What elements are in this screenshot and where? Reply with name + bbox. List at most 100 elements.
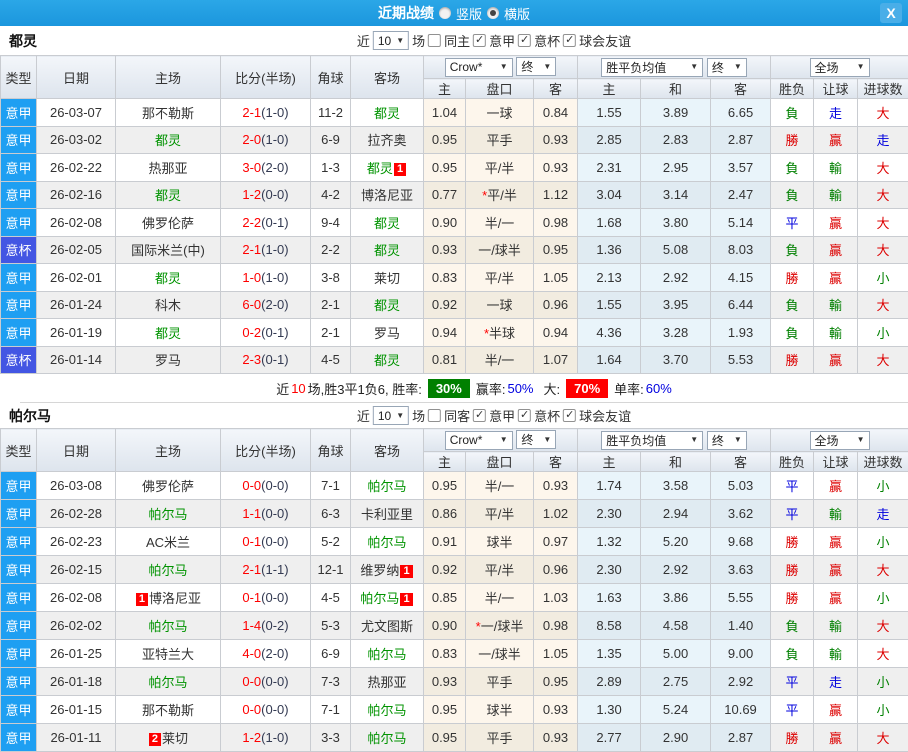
home-odds: 0.95: [424, 696, 466, 724]
bookmaker-select[interactable]: Crow*▼: [445, 431, 513, 450]
match-row: 意甲26-02-01都灵1-0(1-0)3-8莱切0.83平/半1.052.13…: [1, 264, 908, 292]
match-score: 0-0(0-0): [221, 668, 311, 696]
match-score: 1-4(0-2): [221, 612, 311, 640]
away-team: 卡利亚里: [351, 500, 424, 528]
match-score: 1-2(0-0): [221, 181, 311, 209]
cup-checkbox[interactable]: ✓: [518, 409, 531, 422]
cup-checkbox[interactable]: ✓: [518, 34, 531, 47]
avg-final-select[interactable]: 终▼: [707, 431, 747, 450]
handicap-line: 一球: [466, 291, 534, 319]
same-away-checkbox[interactable]: [428, 409, 441, 422]
avg-draw: 3.89: [641, 99, 711, 127]
away-odds: 0.93: [534, 724, 578, 752]
league-type-badge: 意甲: [1, 154, 37, 182]
col-avg-draw: 和: [641, 452, 711, 472]
goals-result-indicator: 大: [858, 556, 908, 584]
avg-home: 1.55: [578, 291, 641, 319]
league-checkbox[interactable]: ✓: [473, 34, 486, 47]
home-team: 亚特兰大: [116, 640, 221, 668]
result-indicator: 負: [771, 640, 814, 668]
avg-select[interactable]: 胜平负均值▼: [601, 431, 703, 450]
single-rate-label: 单率:: [614, 379, 644, 398]
avg-draw: 2.83: [641, 126, 711, 154]
handicap-result-indicator: 輸: [814, 500, 858, 528]
league-type-badge: 意甲: [1, 291, 37, 319]
result-indicator: 勝: [771, 264, 814, 292]
match-date: 26-03-08: [37, 472, 116, 500]
home-odds: 0.95: [424, 126, 466, 154]
handicap-line: 一/球半: [466, 236, 534, 264]
final-odds-select[interactable]: 终▼: [516, 430, 556, 449]
match-score: 1-1(0-0): [221, 500, 311, 528]
handicap-line: 平/半: [466, 264, 534, 292]
match-date: 26-03-07: [37, 99, 116, 127]
league-checkbox[interactable]: ✓: [473, 409, 486, 422]
friendly-checkbox[interactable]: ✓: [563, 34, 576, 47]
goals-result-indicator: 大: [858, 154, 908, 182]
handicap-result-indicator: 贏: [814, 346, 858, 374]
match-count-select[interactable]: 10▼: [373, 31, 409, 50]
result-indicator: 勝: [771, 346, 814, 374]
home-team: 那不勒斯: [116, 696, 221, 724]
home-team: 都灵: [116, 319, 221, 347]
avg-select[interactable]: 胜平负均值▼: [601, 58, 703, 77]
col-goals: 进球数: [858, 79, 908, 99]
chevron-down-icon: ▼: [690, 436, 698, 444]
goals-result-indicator: 小: [858, 528, 908, 556]
avg-home: 1.64: [578, 346, 641, 374]
same-away-label: 同客: [444, 406, 470, 425]
home-odds: 0.95: [424, 154, 466, 182]
league-type-badge: 意甲: [1, 126, 37, 154]
match-row: 意甲26-01-25亚特兰大4-0(2-0)6-9帕尔马0.83一/球半1.05…: [1, 640, 908, 668]
friendly-checkbox[interactable]: ✓: [563, 409, 576, 422]
same-home-checkbox[interactable]: [428, 34, 441, 47]
match-score: 0-1(0-0): [221, 528, 311, 556]
home-team: 2莱切: [116, 724, 221, 752]
result-indicator: 平: [771, 209, 814, 237]
avg-home: 4.36: [578, 319, 641, 347]
scope-select[interactable]: 全场▼: [810, 58, 870, 77]
scope-select[interactable]: 全场▼: [810, 431, 870, 450]
summary-record: 场,胜3平1负6, 胜率:: [308, 379, 422, 398]
col-home: 主场: [116, 429, 221, 472]
league-type-badge: 意甲: [1, 668, 37, 696]
away-odds: 1.02: [534, 500, 578, 528]
col-odds-home: 主: [424, 452, 466, 472]
avg-away: 10.69: [711, 696, 771, 724]
radio-horizontal-layout[interactable]: [487, 7, 499, 19]
handicap-line: 球半: [466, 696, 534, 724]
handicap-result-indicator: 輸: [814, 319, 858, 347]
league-type-badge: 意甲: [1, 209, 37, 237]
radio-vertical-label[interactable]: 竖版: [456, 4, 482, 23]
final-odds-select[interactable]: 终▼: [516, 57, 556, 76]
corner-score: 11-2: [311, 99, 351, 127]
games-label: 场: [412, 31, 425, 50]
match-date: 26-02-16: [37, 181, 116, 209]
bookmaker-select[interactable]: Crow*▼: [445, 58, 513, 77]
avg-home: 3.04: [578, 181, 641, 209]
match-score: 0-0(0-0): [221, 472, 311, 500]
col-away: 客场: [351, 429, 424, 472]
league-type-badge: 意甲: [1, 472, 37, 500]
handicap-result-indicator: 輸: [814, 154, 858, 182]
avg-home: 2.77: [578, 724, 641, 752]
league-type-badge: 意甲: [1, 556, 37, 584]
close-icon[interactable]: X: [880, 3, 902, 23]
match-score: 4-0(2-0): [221, 640, 311, 668]
avg-away: 3.57: [711, 154, 771, 182]
odds-group-header: Crow*▼ 终▼: [424, 429, 578, 452]
match-count-select[interactable]: 10▼: [373, 406, 409, 425]
summary-count: 10: [291, 381, 305, 396]
corner-score: 7-3: [311, 668, 351, 696]
match-score: 2-1(1-1): [221, 556, 311, 584]
radio-vertical-layout[interactable]: [439, 7, 451, 19]
result-indicator: 勝: [771, 584, 814, 612]
match-date: 26-02-05: [37, 236, 116, 264]
match-score: 2-0(1-0): [221, 126, 311, 154]
radio-horizontal-label[interactable]: 横版: [504, 4, 530, 23]
corner-score: 3-8: [311, 264, 351, 292]
goals-result-indicator: 大: [858, 724, 908, 752]
avg-away: 1.93: [711, 319, 771, 347]
avg-final-select[interactable]: 终▼: [707, 58, 747, 77]
avg-draw: 4.58: [641, 612, 711, 640]
